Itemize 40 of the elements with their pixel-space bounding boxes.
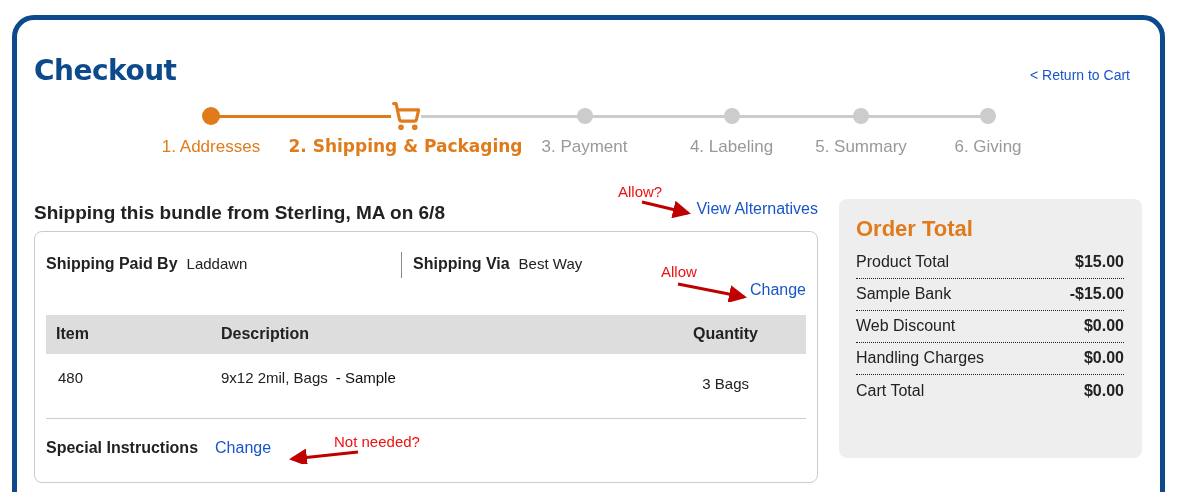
step-label[interactable]: 2. Shipping & Packaging — [288, 134, 523, 160]
total-label: Sample Bank — [856, 284, 952, 304]
sample-tag: - Sample — [335, 366, 396, 418]
step-label[interactable]: 5. Summary — [815, 134, 907, 160]
step-label[interactable]: 3. Payment — [541, 134, 628, 160]
paid-by-value: Laddawn — [186, 253, 248, 274]
step-label[interactable]: 1. Addresses — [161, 134, 261, 160]
total-value: -$15.00 — [1069, 284, 1124, 304]
shipping-via-label: Shipping Via — [413, 253, 510, 274]
shipping-via-value: Best Way — [518, 253, 583, 274]
total-label: Web Discount — [856, 316, 956, 336]
total-value: $15.00 — [1075, 252, 1124, 272]
total-label: Handling Charges — [856, 348, 985, 368]
annotation-note: Allow — [661, 262, 697, 282]
special-instructions-label: Special Instructions — [46, 437, 199, 458]
step-label[interactable]: 6. Giving — [954, 134, 1022, 160]
column-header: Description — [221, 324, 310, 344]
total-value: $0.00 — [1083, 316, 1124, 336]
return-to-cart-link[interactable]: < Return to Cart — [1030, 65, 1130, 86]
annotation-note: Not needed? — [334, 432, 420, 452]
change-instructions-link[interactable]: Change — [215, 435, 272, 460]
column-header: Item — [56, 324, 90, 344]
paid-by-label: Shipping Paid By — [46, 253, 178, 274]
annotation-note: Allow? — [618, 182, 663, 202]
bundle-heading: Shipping this bundle from Sterling, MA on 6/8 — [34, 200, 445, 225]
total-value: $0.00 — [1083, 348, 1124, 368]
table-cell-text: 3 Bags — [702, 373, 749, 394]
view-alternatives-link[interactable]: View Alternatives — [696, 196, 818, 221]
page-title: Checkout — [34, 53, 177, 89]
annotation-arrow — [676, 280, 748, 302]
table-cell-text: 9x12 2mil, Bags — [221, 367, 328, 388]
table-cell-text: 480 — [58, 367, 85, 388]
total-label: Product Total — [856, 252, 950, 272]
total-value: $0.00 — [1083, 380, 1124, 401]
order-total-title: Order Total — [856, 214, 974, 243]
annotation-arrow — [640, 198, 692, 218]
total-label: Cart Total — [856, 380, 925, 401]
column-header: Quantity — [693, 324, 758, 344]
change-shipping-link[interactable]: Change — [749, 277, 806, 302]
step-label[interactable]: 4. Labeling — [689, 134, 774, 160]
